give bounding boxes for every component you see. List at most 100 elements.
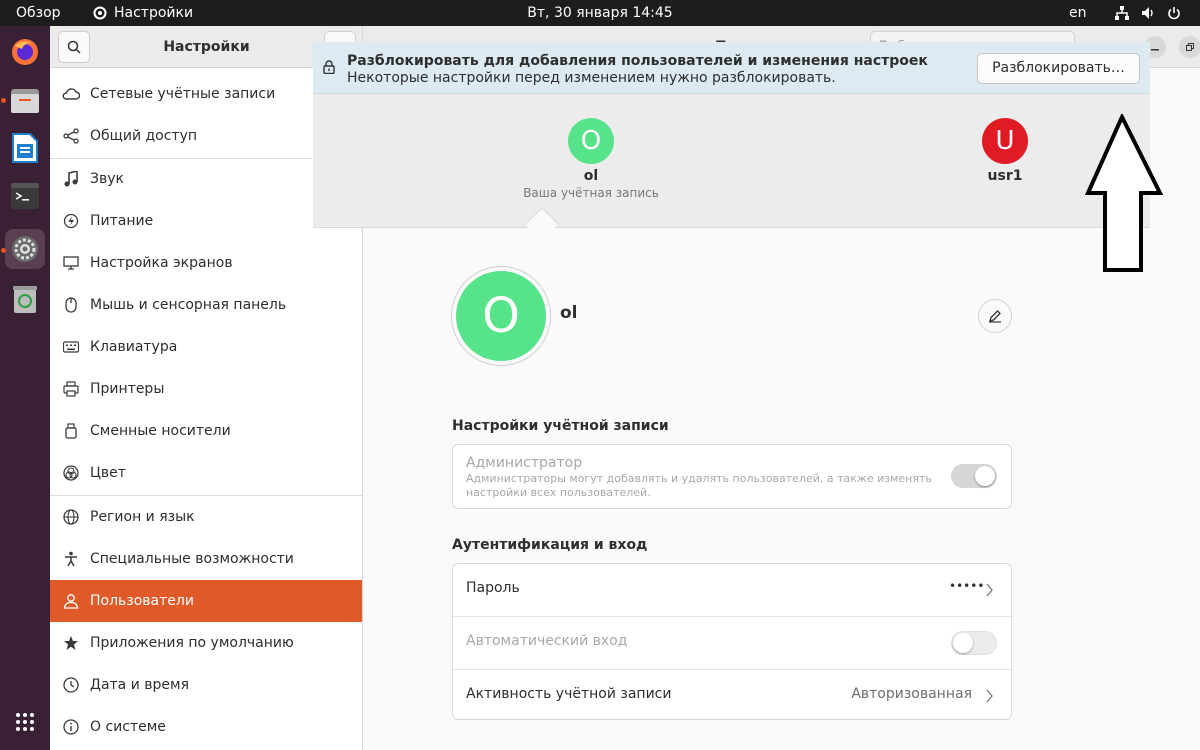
printer-icon	[62, 380, 80, 398]
autologin-toggle[interactable]	[951, 631, 997, 655]
power-menu-icon	[1166, 0, 1182, 26]
activity-value: Авторизованная	[851, 686, 972, 702]
user-name: ol	[583, 168, 599, 184]
chevron-right-icon	[986, 583, 993, 597]
password-value: •••••	[949, 579, 985, 593]
autologin-label: Автоматический вход	[466, 633, 628, 649]
files-launcher[interactable]	[5, 80, 45, 120]
password-label: Пароль	[466, 580, 520, 596]
star-icon	[62, 634, 80, 652]
autologin-row: Автоматический вход	[453, 617, 1011, 669]
user-subtitle: Ваша учётная запись	[523, 186, 659, 200]
sidebar-item-label: Пользователи	[90, 593, 194, 609]
admin-description: Администраторы могут добавлять и удалять…	[466, 472, 932, 485]
unlock-infobar: Разблокировать для добавления пользовате…	[313, 42, 1150, 94]
running-indicator	[1, 98, 6, 103]
music-note-icon	[62, 170, 80, 188]
user-carousel: O ol Ваша учётная запись U usr1	[313, 94, 1150, 241]
info-icon	[62, 718, 80, 736]
password-row[interactable]: Пароль •••••	[453, 564, 1011, 616]
volume-icon	[1140, 0, 1156, 26]
writer-icon	[12, 133, 38, 163]
sidebar-item-label: Сетевые учётные записи	[90, 86, 276, 102]
clock-icon	[62, 676, 80, 694]
settings-icon	[12, 236, 38, 262]
admin-label: Администратор	[466, 455, 583, 471]
avatar[interactable]: O	[456, 271, 546, 361]
lock-icon	[323, 60, 335, 78]
toggle-knob	[953, 633, 973, 653]
infobar-title: Разблокировать для добавления пользовате…	[347, 53, 928, 69]
avatar: O	[568, 118, 614, 164]
color-icon	[62, 464, 80, 482]
edit-name-button[interactable]	[978, 299, 1012, 333]
dock	[0, 26, 50, 750]
sidebar-item-label: Принтеры	[90, 381, 165, 397]
sidebar-item-label: Питание	[90, 213, 154, 229]
trash-icon	[13, 286, 37, 313]
running-indicator	[1, 248, 6, 253]
sidebar-item-label: Настройка экранов	[90, 255, 233, 271]
chevron-right-icon	[986, 689, 993, 703]
sidebar-item-label: Общий доступ	[90, 128, 198, 144]
firefox-icon	[12, 39, 38, 65]
input-language[interactable]: en	[1069, 0, 1087, 26]
mouse-icon	[62, 296, 80, 314]
terminal-icon	[11, 183, 39, 209]
toggle-knob	[975, 466, 995, 486]
account-name: ol	[560, 303, 578, 323]
system-tray[interactable]	[1114, 0, 1182, 26]
minimize-icon	[1151, 49, 1159, 51]
auth-section-title: Аутентификация и вход	[452, 537, 648, 553]
sidebar-item-label: Мышь и сенсорная панель	[90, 297, 287, 313]
power-icon	[62, 212, 80, 230]
firefox-launcher[interactable]	[5, 32, 45, 72]
globe-icon	[62, 508, 80, 526]
auth-card: Пароль ••••• Автоматический вход Активно…	[452, 563, 1012, 720]
sidebar-item-label: Специальные возможности	[90, 551, 294, 567]
cloud-icon	[62, 85, 80, 103]
files-icon	[11, 89, 39, 113]
sidebar-item-label: Звук	[90, 171, 124, 187]
account-activity-row[interactable]: Активность учётной записи Авторизованная	[453, 670, 1011, 721]
restore-button[interactable]	[1179, 36, 1200, 58]
account-settings-title: Настройки учётной записи	[452, 418, 669, 434]
unlock-button[interactable]: Разблокировать…	[977, 53, 1140, 84]
sidebar-item-label: Дата и время	[90, 677, 189, 693]
sidebar-item-label: Регион и язык	[90, 509, 195, 525]
infobar-subtitle: Некоторые настройки перед изменением нуж…	[347, 70, 836, 86]
app-menu-label: Настройки	[114, 5, 194, 21]
keyboard-icon	[62, 338, 80, 356]
activity-label: Активность учётной записи	[466, 686, 672, 702]
users-icon	[62, 592, 80, 610]
app-menu[interactable]: Настройки	[92, 0, 193, 26]
settings-launcher[interactable]	[5, 229, 45, 269]
share-icon	[62, 127, 80, 145]
avatar: U	[982, 118, 1028, 164]
terminal-launcher[interactable]	[5, 176, 45, 216]
gear-icon	[93, 6, 107, 20]
pencil-icon	[989, 310, 1001, 323]
sidebar-item-label: Клавиатура	[90, 339, 178, 355]
sidebar-item-label: Приложения по умолчанию	[90, 635, 294, 651]
user-details: O ol Настройки учётной записи Администра…	[313, 229, 1150, 724]
app-grid-button[interactable]	[5, 702, 45, 742]
restore-icon	[1186, 43, 1194, 51]
sidebar-item-label: Цвет	[90, 465, 126, 481]
removable-media-icon	[62, 422, 80, 440]
app-grid-icon	[16, 713, 34, 731]
account-settings-card: Администратор Администраторы могут добав…	[452, 444, 1012, 509]
network-icon	[1114, 0, 1130, 26]
accessibility-icon	[62, 550, 80, 568]
search-button[interactable]	[58, 31, 90, 63]
trash-launcher[interactable]	[5, 279, 45, 319]
sidebar-item-label: О системе	[90, 719, 166, 735]
display-icon	[62, 254, 80, 272]
admin-description: настройки всех пользователей.	[466, 486, 651, 499]
sidebar-item-label: Сменные носители	[90, 423, 231, 439]
user-name: usr1	[987, 168, 1023, 184]
search-icon	[67, 40, 81, 54]
admin-toggle[interactable]	[951, 464, 997, 488]
activities-button[interactable]: Обзор	[16, 0, 61, 26]
writer-launcher[interactable]	[5, 128, 45, 168]
